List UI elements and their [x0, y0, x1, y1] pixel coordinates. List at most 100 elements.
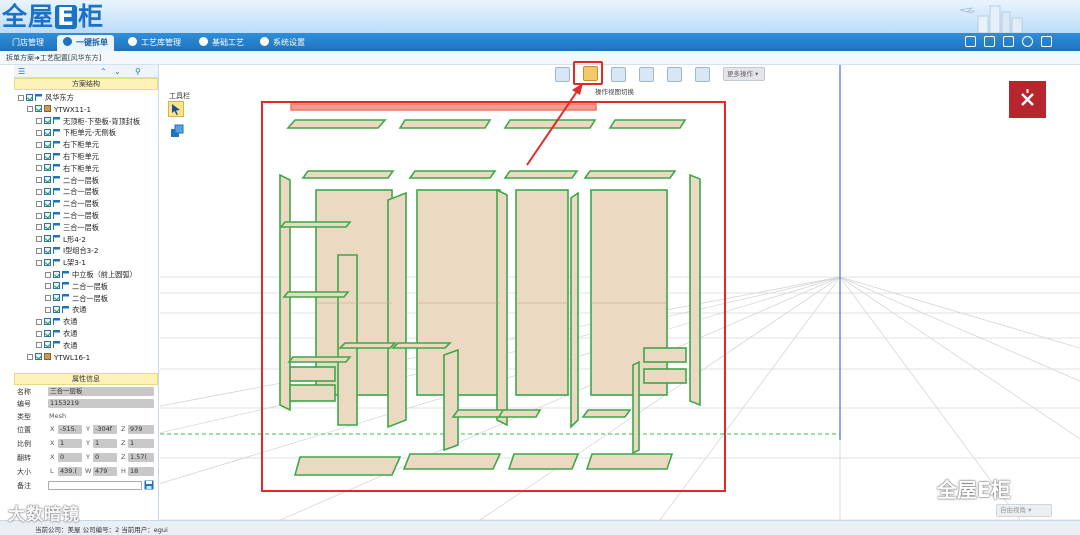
expand-toggle-icon[interactable] [36, 342, 42, 349]
expand-toggle-icon[interactable] [36, 118, 42, 125]
tab-basic-process[interactable]: 基础工艺 [193, 35, 250, 51]
monitor-icon[interactable] [965, 36, 976, 47]
measure-button[interactable] [695, 67, 710, 82]
scale-z-field[interactable]: 1 [128, 439, 154, 448]
note-field[interactable] [48, 481, 142, 490]
tree-checkbox[interactable] [44, 223, 51, 231]
tree-item[interactable]: 二合一层板 [36, 175, 99, 187]
tree-item[interactable]: I型组合3-2 [36, 245, 98, 257]
expand-toggle-icon[interactable] [36, 129, 42, 136]
tree-checkbox[interactable] [44, 117, 51, 125]
list-icon[interactable]: ☰ [18, 67, 25, 76]
pos-x-field[interactable]: -515. [58, 425, 82, 434]
tree-checkbox[interactable] [44, 329, 51, 337]
rot-x-field[interactable]: 0 [58, 453, 82, 462]
expand-toggle-icon[interactable] [45, 283, 51, 290]
tab-system-settings[interactable]: 系统设置 [254, 35, 311, 51]
exit-icon[interactable] [1041, 36, 1052, 47]
name-field[interactable]: 三合一层板 [48, 387, 154, 396]
tree-item[interactable]: 无顶柜-下垫板-背顶封板 [36, 116, 140, 128]
tree-checkbox[interactable] [53, 294, 60, 302]
tree-item[interactable]: YTWX11-1 [27, 104, 91, 116]
tree-checkbox[interactable] [44, 164, 51, 172]
rot-z-field[interactable]: 1.57( [128, 453, 154, 462]
tree-checkbox[interactable] [44, 246, 51, 254]
scale-y-field[interactable]: 1 [93, 439, 117, 448]
tree-item[interactable]: 右下柜单元 [36, 151, 99, 163]
code-field[interactable]: 1153219 [48, 399, 154, 408]
tree-item[interactable]: 下柜单元-无侧板 [36, 127, 116, 139]
expand-toggle-icon[interactable] [36, 224, 42, 231]
expand-toggle-icon[interactable] [27, 106, 33, 113]
tree-checkbox[interactable] [44, 187, 51, 195]
tree-checkbox[interactable] [44, 258, 51, 266]
tree-checkbox[interactable] [35, 353, 42, 361]
tree-item[interactable]: 衣通 [45, 304, 86, 316]
tree-item[interactable]: 右下柜单元 [36, 163, 99, 175]
tree-item[interactable]: L架3-1 [36, 257, 86, 269]
tree-item[interactable]: L形4-2 [36, 234, 86, 246]
collapse-icon[interactable]: ⌃ [100, 67, 107, 76]
tree-item[interactable]: 二合一层板 [45, 281, 108, 293]
expand-toggle-icon[interactable] [45, 306, 51, 313]
tree-checkbox[interactable] [44, 152, 51, 160]
expand-toggle-icon[interactable] [36, 236, 42, 243]
size-h-field[interactable]: 18 [128, 467, 154, 476]
tree-checkbox[interactable] [44, 211, 51, 219]
expand-toggle-icon[interactable] [36, 177, 42, 184]
expand-toggle-icon[interactable] [27, 354, 33, 361]
tree-checkbox[interactable] [44, 235, 51, 243]
tree-item[interactable]: 衣通 [36, 316, 77, 328]
select-tool-icon[interactable] [168, 101, 184, 117]
expand-toggle-icon[interactable] [36, 259, 42, 266]
expand-toggle-icon[interactable] [36, 153, 42, 160]
tree-item[interactable]: 右下柜单元 [36, 139, 99, 151]
tree-item[interactable]: 衣通 [36, 340, 77, 352]
tree-item[interactable]: 二合一层板 [36, 186, 99, 198]
tab-one-click-split[interactable]: 一键拆单 [57, 35, 114, 51]
free-view-dropdown[interactable]: 自由视角 ▾ [996, 504, 1052, 517]
tree-checkbox[interactable] [44, 128, 51, 136]
expand-toggle-icon[interactable] [36, 247, 42, 254]
tree-checkbox[interactable] [44, 341, 51, 349]
tree-item[interactable]: 风华东方 [18, 92, 74, 104]
lock-icon[interactable] [984, 36, 995, 47]
size-l-field[interactable]: 439.( [58, 467, 82, 476]
rot-y-field[interactable]: 0 [93, 453, 117, 462]
tab-store-management[interactable]: 门店管理 [6, 35, 50, 51]
tree-item[interactable]: YTWL16-1 [27, 352, 90, 364]
tree-checkbox[interactable] [53, 305, 60, 313]
tree-item[interactable]: 三合一层板 [36, 222, 99, 234]
tree-checkbox[interactable] [53, 282, 60, 290]
copy-view-button[interactable] [639, 67, 654, 82]
expand-toggle-icon[interactable] [36, 318, 42, 325]
search-icon[interactable]: ⚲ [135, 67, 141, 76]
3d-view-button[interactable] [611, 67, 626, 82]
box-tool-icon[interactable] [170, 124, 184, 138]
tree-item[interactable]: 二合一层板 [36, 198, 99, 210]
tree-item[interactable]: 二合一层板 [36, 210, 99, 222]
fullscreen-button[interactable] [667, 67, 682, 82]
expand-icon[interactable]: ⌄ [114, 67, 121, 76]
user-icon[interactable] [1003, 36, 1014, 47]
tree-checkbox[interactable] [44, 199, 51, 207]
tree-checkbox[interactable] [44, 317, 51, 325]
pos-y-field[interactable]: -304f [93, 425, 117, 434]
expand-toggle-icon[interactable] [36, 212, 42, 219]
tree-item[interactable]: 中立板（前上圆弧） [45, 269, 137, 281]
more-actions-dropdown[interactable]: 更多操作 ▾ [723, 67, 765, 81]
expand-toggle-icon[interactable] [36, 165, 42, 172]
expand-toggle-icon[interactable] [18, 94, 24, 101]
save-icon[interactable] [144, 480, 154, 490]
expand-toggle-icon[interactable] [45, 295, 51, 302]
tree-checkbox[interactable] [26, 93, 33, 101]
tab-process-library[interactable]: 工艺库管理 [122, 35, 187, 51]
gear-icon[interactable] [1022, 36, 1033, 47]
expand-toggle-icon[interactable] [36, 330, 42, 337]
tree-item[interactable]: 衣通 [36, 328, 77, 340]
tree-item[interactable]: 二合一层板 [45, 293, 108, 305]
pos-z-field[interactable]: 979 [128, 425, 154, 434]
expand-toggle-icon[interactable] [45, 271, 51, 278]
expand-toggle-icon[interactable] [36, 188, 42, 195]
tree-checkbox[interactable] [44, 176, 51, 184]
